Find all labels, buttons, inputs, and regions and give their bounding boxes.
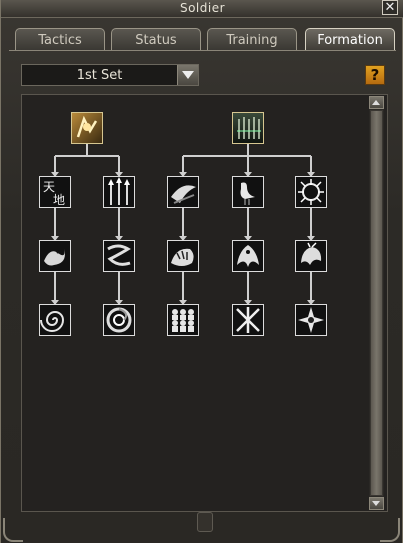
warrior-formation-icon[interactable]	[71, 112, 103, 144]
spear-formation-icon[interactable]	[232, 112, 264, 144]
formation-set-dropdown[interactable]: 1st Set	[21, 64, 199, 86]
window-title: Soldier	[179, 1, 226, 15]
title-bar: Soldier ✕	[1, 0, 403, 18]
formation-tree-panel	[21, 94, 388, 512]
phoenix-icon[interactable]	[232, 240, 264, 272]
svg-text:天: 天	[43, 180, 55, 194]
heaven-earth-icon[interactable]: 天地	[39, 176, 71, 208]
twin-troops-icon[interactable]	[167, 304, 199, 336]
tab-tactics[interactable]: Tactics	[15, 28, 105, 50]
scroll-thumb[interactable]	[370, 110, 383, 496]
formation-set-value: 1st Set	[76, 68, 123, 83]
help-button[interactable]: ?	[365, 65, 385, 85]
burst-icon[interactable]	[295, 176, 327, 208]
crane-icon[interactable]	[232, 176, 264, 208]
qilin-icon[interactable]	[295, 240, 327, 272]
close-icon[interactable]: ✕	[382, 0, 398, 15]
crossed-blades-icon[interactable]	[232, 304, 264, 336]
bottom-ornament	[197, 512, 213, 532]
tab-status[interactable]: Status	[111, 28, 201, 50]
tab-training[interactable]: Training	[207, 28, 297, 50]
dragon-icon[interactable]	[39, 240, 71, 272]
spear-row-icon[interactable]	[103, 176, 135, 208]
tab-formation[interactable]: Formation	[305, 28, 395, 50]
soldier-window: Soldier ✕ Tactics Status Training Format…	[0, 0, 403, 543]
scroll-up-arrow-icon[interactable]	[369, 96, 384, 109]
frame-corner-left	[3, 518, 23, 542]
star-compass-icon[interactable]	[295, 304, 327, 336]
chevron-down-icon[interactable]	[177, 65, 198, 85]
mantis-icon[interactable]	[167, 176, 199, 208]
frame-corner-right	[380, 518, 400, 542]
vertical-scrollbar[interactable]	[369, 96, 384, 510]
coil-icon[interactable]	[39, 304, 71, 336]
scroll-down-arrow-icon[interactable]	[369, 497, 384, 510]
svg-text:地: 地	[53, 193, 65, 207]
serpent-icon[interactable]	[103, 240, 135, 272]
tiger-icon[interactable]	[167, 240, 199, 272]
vortex-icon[interactable]	[103, 304, 135, 336]
tab-divider	[9, 50, 396, 51]
